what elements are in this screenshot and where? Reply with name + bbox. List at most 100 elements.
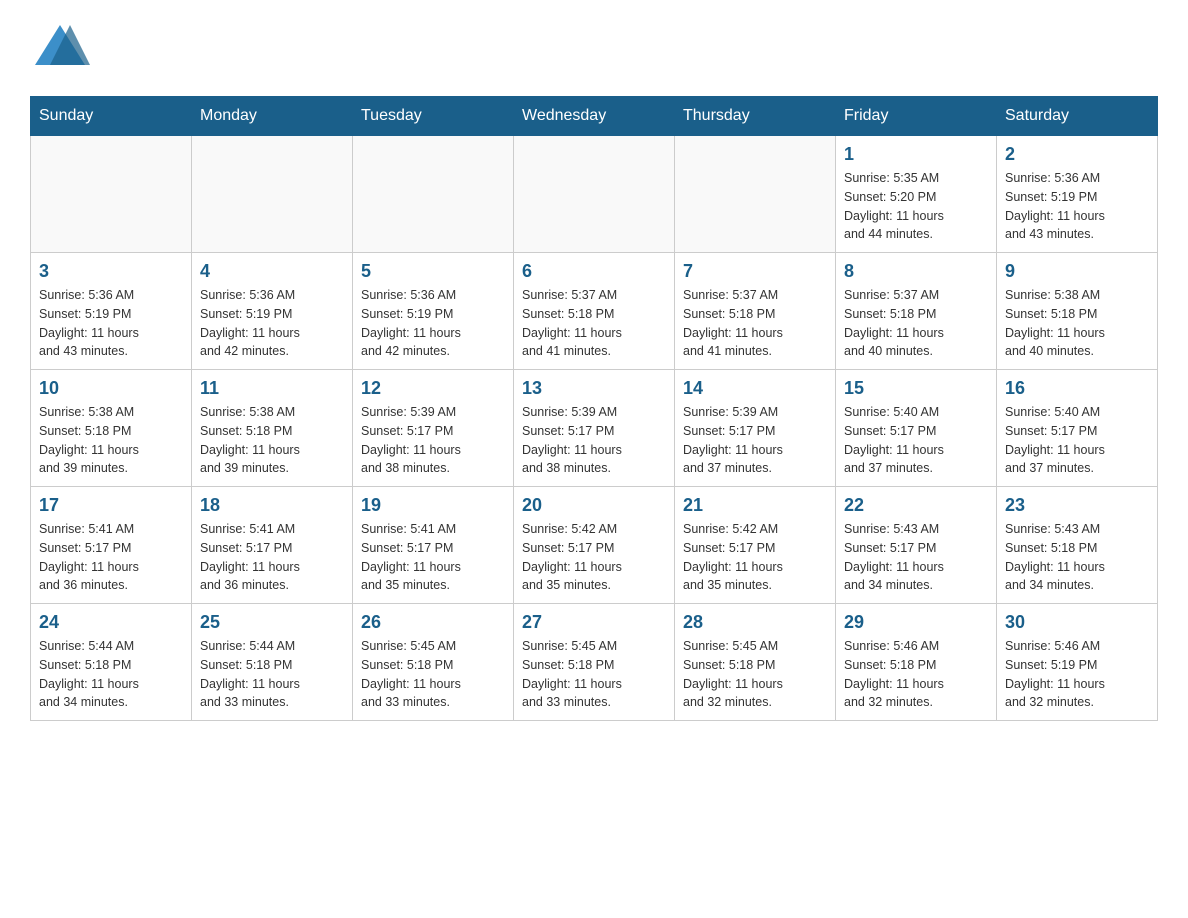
calendar-day-header: Tuesday <box>353 97 514 136</box>
day-number: 16 <box>1005 378 1149 399</box>
day-number: 6 <box>522 261 666 282</box>
calendar-day-header: Saturday <box>997 97 1158 136</box>
calendar-day-cell: 3 Sunrise: 5:36 AMSunset: 5:19 PMDaylight… <box>31 253 192 370</box>
day-info: Sunrise: 5:37 AMSunset: 5:18 PMDaylight:… <box>522 286 666 361</box>
calendar-day-cell: 2Sunrise: 5:36 AMSunset: 5:19 PMDaylight… <box>997 136 1158 253</box>
calendar-week-row: 3 Sunrise: 5:36 AMSunset: 5:19 PMDaylight… <box>31 253 1158 370</box>
day-number: 17 <box>39 495 183 516</box>
day-info: Sunrise: 5:41 AMSunset: 5:17 PMDaylight:… <box>39 520 183 595</box>
calendar-day-cell: 9 Sunrise: 5:38 AMSunset: 5:18 PMDaylight… <box>997 253 1158 370</box>
day-info: Sunrise: 5:42 AMSunset: 5:17 PMDaylight:… <box>683 520 827 595</box>
day-number: 22 <box>844 495 988 516</box>
day-info: Sunrise: 5:43 AMSunset: 5:17 PMDaylight:… <box>844 520 988 595</box>
day-info: Sunrise: 5:37 AMSunset: 5:18 PMDaylight:… <box>683 286 827 361</box>
logo <box>30 20 92 80</box>
day-number: 26 <box>361 612 505 633</box>
day-number: 30 <box>1005 612 1149 633</box>
day-info: Sunrise: 5:43 AMSunset: 5:18 PMDaylight:… <box>1005 520 1149 595</box>
day-number: 5 <box>361 261 505 282</box>
day-info: Sunrise: 5:38 AMSunset: 5:18 PMDaylight:… <box>200 403 344 478</box>
day-number: 15 <box>844 378 988 399</box>
day-number: 23 <box>1005 495 1149 516</box>
calendar-day-cell: 21 Sunrise: 5:42 AMSunset: 5:17 PMDayligh… <box>675 487 836 604</box>
day-number: 10 <box>39 378 183 399</box>
day-info: Sunrise: 5:37 AMSunset: 5:18 PMDaylight:… <box>844 286 988 361</box>
day-number: 8 <box>844 261 988 282</box>
day-number: 4 <box>200 261 344 282</box>
calendar-day-cell: 14Sunrise: 5:39 AMSunset: 5:17 PMDayligh… <box>675 370 836 487</box>
calendar-day-cell: 5 Sunrise: 5:36 AMSunset: 5:19 PMDaylight… <box>353 253 514 370</box>
day-info: Sunrise: 5:46 AMSunset: 5:19 PMDaylight:… <box>1005 637 1149 712</box>
calendar-day-cell: 11 Sunrise: 5:38 AMSunset: 5:18 PMDayligh… <box>192 370 353 487</box>
calendar-day-cell: 25 Sunrise: 5:44 AMSunset: 5:18 PMDayligh… <box>192 604 353 721</box>
calendar-day-cell: 1Sunrise: 5:35 AMSunset: 5:20 PMDaylight… <box>836 136 997 253</box>
day-number: 28 <box>683 612 827 633</box>
day-info: Sunrise: 5:40 AMSunset: 5:17 PMDaylight:… <box>1005 403 1149 478</box>
day-number: 3 <box>39 261 183 282</box>
day-info: Sunrise: 5:44 AMSunset: 5:18 PMDaylight:… <box>200 637 344 712</box>
calendar-week-row: 1Sunrise: 5:35 AMSunset: 5:20 PMDaylight… <box>31 136 1158 253</box>
calendar-day-cell: 15 Sunrise: 5:40 AMSunset: 5:17 PMDayligh… <box>836 370 997 487</box>
calendar-day-cell: 17 Sunrise: 5:41 AMSunset: 5:17 PMDayligh… <box>31 487 192 604</box>
calendar-day-cell <box>31 136 192 253</box>
day-info: Sunrise: 5:39 AMSunset: 5:17 PMDaylight:… <box>361 403 505 478</box>
calendar-day-cell: 12 Sunrise: 5:39 AMSunset: 5:17 PMDayligh… <box>353 370 514 487</box>
calendar-day-cell: 22 Sunrise: 5:43 AMSunset: 5:17 PMDayligh… <box>836 487 997 604</box>
day-number: 13 <box>522 378 666 399</box>
day-number: 18 <box>200 495 344 516</box>
day-info: Sunrise: 5:42 AMSunset: 5:17 PMDaylight:… <box>522 520 666 595</box>
calendar-day-cell: 8 Sunrise: 5:37 AMSunset: 5:18 PMDaylight… <box>836 253 997 370</box>
day-info: Sunrise: 5:40 AMSunset: 5:17 PMDaylight:… <box>844 403 988 478</box>
day-info: Sunrise: 5:45 AMSunset: 5:18 PMDaylight:… <box>361 637 505 712</box>
calendar-day-cell: 27 Sunrise: 5:45 AMSunset: 5:18 PMDayligh… <box>514 604 675 721</box>
calendar-table: SundayMondayTuesdayWednesdayThursdayFrid… <box>30 96 1158 721</box>
calendar-day-cell <box>514 136 675 253</box>
calendar-day-cell: 6 Sunrise: 5:37 AMSunset: 5:18 PMDaylight… <box>514 253 675 370</box>
calendar-day-cell: 24 Sunrise: 5:44 AMSunset: 5:18 PMDayligh… <box>31 604 192 721</box>
day-info: Sunrise: 5:36 AMSunset: 5:19 PMDaylight:… <box>39 286 183 361</box>
calendar-day-cell: 4 Sunrise: 5:36 AMSunset: 5:19 PMDaylight… <box>192 253 353 370</box>
day-info: Sunrise: 5:44 AMSunset: 5:18 PMDaylight:… <box>39 637 183 712</box>
calendar-day-cell: 10 Sunrise: 5:38 AMSunset: 5:18 PMDayligh… <box>31 370 192 487</box>
day-info: Sunrise: 5:36 AMSunset: 5:19 PMDaylight:… <box>1005 169 1149 244</box>
day-number: 29 <box>844 612 988 633</box>
calendar-day-cell: 20Sunrise: 5:42 AMSunset: 5:17 PMDayligh… <box>514 487 675 604</box>
day-info: Sunrise: 5:41 AMSunset: 5:17 PMDaylight:… <box>200 520 344 595</box>
day-info: Sunrise: 5:36 AMSunset: 5:19 PMDaylight:… <box>200 286 344 361</box>
day-info: Sunrise: 5:36 AMSunset: 5:19 PMDaylight:… <box>361 286 505 361</box>
logo-icon <box>30 20 90 80</box>
day-info: Sunrise: 5:38 AMSunset: 5:18 PMDaylight:… <box>39 403 183 478</box>
day-number: 12 <box>361 378 505 399</box>
calendar-day-header: Monday <box>192 97 353 136</box>
calendar-day-header: Friday <box>836 97 997 136</box>
day-number: 1 <box>844 144 988 165</box>
calendar-week-row: 17 Sunrise: 5:41 AMSunset: 5:17 PMDayligh… <box>31 487 1158 604</box>
calendar-day-cell: 28Sunrise: 5:45 AMSunset: 5:18 PMDayligh… <box>675 604 836 721</box>
day-number: 21 <box>683 495 827 516</box>
calendar-day-header: Sunday <box>31 97 192 136</box>
calendar-day-cell: 26 Sunrise: 5:45 AMSunset: 5:18 PMDayligh… <box>353 604 514 721</box>
page-header <box>30 20 1158 80</box>
calendar-day-header: Thursday <box>675 97 836 136</box>
calendar-day-cell: 29Sunrise: 5:46 AMSunset: 5:18 PMDayligh… <box>836 604 997 721</box>
calendar-header-row: SundayMondayTuesdayWednesdayThursdayFrid… <box>31 97 1158 136</box>
day-info: Sunrise: 5:39 AMSunset: 5:17 PMDaylight:… <box>522 403 666 478</box>
day-info: Sunrise: 5:38 AMSunset: 5:18 PMDaylight:… <box>1005 286 1149 361</box>
day-number: 27 <box>522 612 666 633</box>
calendar-day-cell: 19Sunrise: 5:41 AMSunset: 5:17 PMDayligh… <box>353 487 514 604</box>
calendar-day-cell <box>675 136 836 253</box>
calendar-day-cell: 7 Sunrise: 5:37 AMSunset: 5:18 PMDaylight… <box>675 253 836 370</box>
calendar-day-header: Wednesday <box>514 97 675 136</box>
calendar-day-cell: 13 Sunrise: 5:39 AMSunset: 5:17 PMDayligh… <box>514 370 675 487</box>
calendar-week-row: 24 Sunrise: 5:44 AMSunset: 5:18 PMDayligh… <box>31 604 1158 721</box>
day-number: 9 <box>1005 261 1149 282</box>
day-number: 24 <box>39 612 183 633</box>
day-number: 11 <box>200 378 344 399</box>
day-info: Sunrise: 5:45 AMSunset: 5:18 PMDaylight:… <box>522 637 666 712</box>
day-number: 19 <box>361 495 505 516</box>
calendar-day-cell: 30 Sunrise: 5:46 AMSunset: 5:19 PMDayligh… <box>997 604 1158 721</box>
calendar-day-cell: 18 Sunrise: 5:41 AMSunset: 5:17 PMDayligh… <box>192 487 353 604</box>
day-number: 25 <box>200 612 344 633</box>
calendar-day-cell: 16 Sunrise: 5:40 AMSunset: 5:17 PMDayligh… <box>997 370 1158 487</box>
day-number: 7 <box>683 261 827 282</box>
